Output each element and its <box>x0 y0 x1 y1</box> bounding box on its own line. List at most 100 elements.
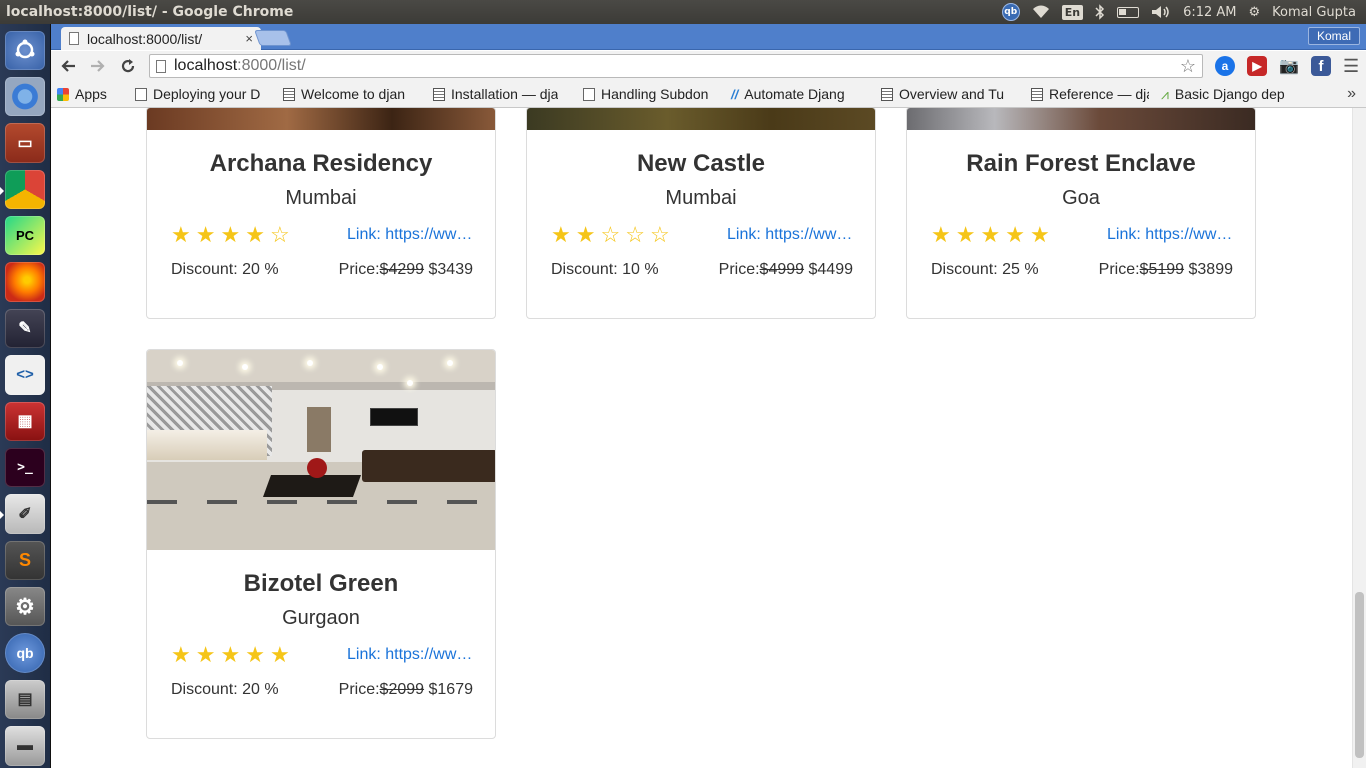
ceiling-light <box>242 364 248 370</box>
floor-inlay <box>147 500 495 504</box>
star-filled-icon: ★ <box>551 222 571 247</box>
star-filled-icon: ★ <box>220 642 241 667</box>
keyboard-layout-indicator[interactable]: En <box>1061 4 1084 20</box>
back-arrow-icon[interactable] <box>55 53 81 79</box>
bookmarks-overflow-chevron-icon[interactable]: » <box>1347 85 1366 103</box>
star-filled-icon: ★ <box>575 222 596 247</box>
star-filled-icon: ★ <box>195 222 216 247</box>
scanner-icon[interactable]: ▤ <box>5 679 45 720</box>
coffee-table <box>262 475 362 497</box>
hotel-link[interactable]: Link: https://www.archanaresidency.com <box>347 226 473 244</box>
reload-icon[interactable] <box>115 53 141 79</box>
bookmark-handling-subdomains[interactable]: Handling Subdon <box>577 83 725 105</box>
bookmark-apps[interactable]: Apps <box>51 83 129 105</box>
chrome-menu-icon[interactable]: ☰ <box>1343 56 1359 77</box>
old-price: $4299 <box>379 261 425 278</box>
session-gear-icon[interactable]: ⚙ <box>1249 5 1261 20</box>
bookmark-automate-django[interactable]: // Automate Djang <box>725 83 875 105</box>
new-tab-button[interactable] <box>254 30 292 46</box>
indicator-area: qb En 6:12 AM ⚙ Komal Gupta <box>1001 3 1366 21</box>
inkscape-icon[interactable]: ✎ <box>5 308 45 349</box>
qbittorrent-tray-icon[interactable]: qb <box>1001 3 1020 21</box>
firefox-icon[interactable] <box>5 262 45 302</box>
battery-icon[interactable] <box>1117 6 1140 18</box>
pricing-row: Discount: 20 % Price:$2099 $1679 <box>147 680 495 700</box>
rating-row: ★★☆☆☆ Link: https://www.newcastle.com <box>527 222 875 248</box>
star-rating: ★ ★ ★ ★ ★ <box>171 642 290 668</box>
system-settings-icon[interactable]: ⚙ <box>5 587 45 627</box>
hotel-link[interactable]: Link: https://www.bizotelgreen.com <box>347 646 473 664</box>
price: Price:$4999 $4499 <box>719 261 853 279</box>
star-filled-icon: ★ <box>955 222 976 247</box>
star-empty-icon: ☆ <box>649 222 670 247</box>
hotel-link[interactable]: Link: https://www.newcastle.com <box>727 226 853 244</box>
bookmark-installation[interactable]: Installation — dja <box>427 83 577 105</box>
terminal-icon[interactable]: >_ <box>5 447 45 488</box>
tab-active[interactable]: localhost:8000/list/ × <box>61 27 261 50</box>
chromium-icon[interactable] <box>5 76 45 117</box>
video-extension-icon[interactable]: ▶ <box>1247 56 1267 76</box>
reception-desk <box>147 430 267 460</box>
old-price: $5199 <box>1139 261 1185 278</box>
bookmark-star-icon[interactable]: ☆ <box>1180 56 1196 77</box>
dash-home-icon[interactable] <box>5 30 45 70</box>
camera-icon[interactable]: 📷 <box>1279 56 1299 76</box>
code-editor-icon[interactable]: <> <box>5 355 45 395</box>
hotel-name: New Castle <box>636 150 766 177</box>
star-rating: ★ ★ ☆ ☆ ☆ <box>551 222 670 248</box>
hotel-link[interactable]: Link: https://www.rainforestenclave.com <box>1107 226 1233 244</box>
hotel-card: Archana Residency Mumbai ★ ★ ★ ★ ☆ Link: htt… <box>146 108 496 319</box>
star-filled-icon: ★ <box>171 642 191 667</box>
star-filled-icon: ★ <box>171 222 191 247</box>
forward-arrow-icon[interactable] <box>85 53 111 79</box>
profile-button[interactable]: Komal <box>1307 27 1360 45</box>
facebook-icon[interactable]: f <box>1311 56 1331 76</box>
user-name[interactable]: Komal Gupta <box>1272 5 1356 20</box>
tab-title: localhost:8000/list/ <box>87 30 203 47</box>
price: Price:$5199 $3899 <box>1099 261 1233 279</box>
text-editor-icon[interactable]: ✐ <box>0 494 45 534</box>
bookmark-label: Apps <box>75 86 107 102</box>
bookmark-overview[interactable]: Overview and Tu <box>875 83 1025 105</box>
wifi-icon[interactable] <box>1032 5 1050 19</box>
clock[interactable]: 6:12 AM <box>1183 5 1236 20</box>
red-app-icon[interactable]: ▦ <box>5 401 45 441</box>
rating-row: ★★★★★ Link: https://www.bizotelgreen.com <box>147 642 495 668</box>
bookmark-label: Deploying your D <box>153 86 261 102</box>
hotel-image[interactable] <box>527 108 875 130</box>
volume-icon[interactable] <box>1151 5 1171 19</box>
window-title: localhost:8000/list/ - Google Chrome <box>6 4 294 20</box>
amazon-assistant-icon[interactable]: a <box>1215 56 1235 76</box>
hotel-image[interactable] <box>907 108 1255 130</box>
vertical-scrollbar[interactable] <box>1352 108 1366 768</box>
star-filled-icon: ★ <box>269 642 290 667</box>
hotel-image[interactable] <box>147 108 495 130</box>
star-filled-icon: ★ <box>245 222 265 247</box>
ceiling-light <box>377 364 383 370</box>
bookmark-label: Welcome to djan <box>301 86 406 102</box>
bookmark-reference[interactable]: Reference — djar <box>1025 83 1155 105</box>
bookmark-welcome-django[interactable]: Welcome to djan <box>277 83 427 105</box>
doc-icon <box>881 87 893 101</box>
drive-icon[interactable]: ▬ <box>5 726 45 766</box>
hotel-image[interactable] <box>147 350 495 550</box>
hotel-city: Mumbai <box>285 187 357 209</box>
bookmarks-bar: Apps Deploying your D Welcome to djan In… <box>51 81 1366 108</box>
vase <box>307 458 327 478</box>
bookmark-basic-django[interactable]: ⩘ Basic Django dep <box>1155 83 1315 105</box>
tab-close-icon[interactable]: × <box>245 31 253 46</box>
chrome-icon[interactable] <box>0 169 45 209</box>
scrollbar-thumb[interactable] <box>1355 592 1364 758</box>
new-price: $3439 <box>428 261 474 278</box>
hotel-card: New Castle Mumbai ★ ★ ☆ ☆ ☆ Link: https://ww… <box>526 108 876 319</box>
sublime-text-icon[interactable]: S <box>5 540 45 580</box>
url-text[interactable]: localhost:8000/list/ <box>174 57 1180 75</box>
files-icon[interactable]: ▭ <box>5 123 45 163</box>
bluetooth-icon[interactable] <box>1095 4 1105 20</box>
pycharm-icon[interactable]: PC <box>5 216 45 256</box>
address-bar[interactable]: localhost:8000/list/ ☆ <box>149 54 1203 78</box>
doc-icon <box>283 87 295 101</box>
qbittorrent-icon[interactable]: qb <box>5 633 45 673</box>
page-icon <box>583 87 595 101</box>
bookmark-deploying[interactable]: Deploying your D <box>129 83 277 105</box>
